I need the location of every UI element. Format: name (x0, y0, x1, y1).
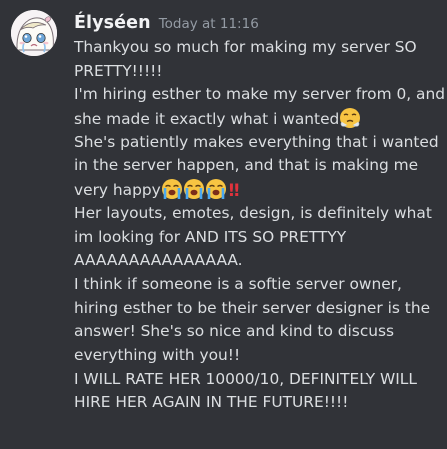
avatar[interactable] (11, 10, 57, 56)
double-exclamation-emoji[interactable]: ‼ (229, 180, 240, 204)
message-header: Élyséen Today at 11:16 (74, 11, 259, 36)
loudly-crying-face-emoji[interactable] (161, 178, 183, 200)
message-line-text: she made it exactly what i wanted (74, 110, 340, 129)
message-line: I WILL RATE HER 10000/10, DEFINITELY WIL… (74, 369, 417, 388)
timestamp[interactable]: Today at 11:16 (159, 16, 259, 32)
message-line: in the server happen, and that is making… (74, 156, 419, 175)
message-line: answer! She's so nice and kind to discus… (74, 322, 395, 341)
message-line: She's patiently makes everything that i … (74, 132, 439, 151)
message-line: Thankyou so much for making my server SO (74, 38, 417, 56)
message-line: everything with you!! (74, 345, 241, 364)
loudly-crying-face-emoji[interactable] (205, 178, 227, 200)
message-line: Her layouts, emotes, design, is definite… (74, 203, 432, 222)
message-line: HIRE HER AGAIN IN THE FUTURE!!!! (74, 393, 349, 412)
message-content: Thankyou so much for making my server SO… (74, 36, 446, 415)
message-line: hiring esther to be their server designe… (74, 298, 431, 317)
message-line-with-emoji: very happy ‼ (74, 178, 438, 202)
message-line: I'm hiring esther to make my server from… (74, 85, 446, 104)
loudly-crying-face-emoji[interactable] (183, 178, 205, 200)
message-line: im looking for AND ITS SO PRETTYY (74, 227, 347, 246)
face-with-steam-emoji[interactable] (339, 107, 361, 129)
message-line: PRETTY!!!!! (74, 61, 163, 80)
message-line: AAAAAAAAAAAAAAA. (74, 251, 243, 270)
message-line-text: very happy (74, 181, 161, 200)
chat-message: Élyséen Today at 11:16 Thankyou so much f… (0, 0, 447, 449)
message-line: I think if someone is a softie server ow… (74, 274, 402, 293)
username[interactable]: Élyséen (74, 13, 151, 33)
message-line-with-emoji: she made it exactly what i wanted (74, 107, 438, 131)
avatar-illustration-icon (11, 10, 57, 56)
